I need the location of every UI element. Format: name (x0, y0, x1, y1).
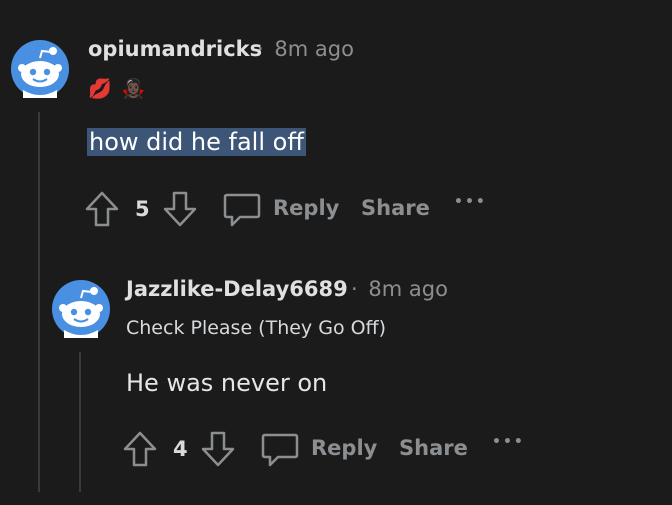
downvote-button[interactable] (200, 430, 236, 468)
reply-icon-button[interactable] (222, 191, 262, 229)
reply-icon-button[interactable] (260, 431, 300, 469)
comment-username[interactable]: opiumandricks (88, 37, 262, 61)
reply-button[interactable]: Reply (311, 436, 377, 460)
upvote-button[interactable] (122, 430, 158, 468)
comment-username[interactable]: Jazzlike-Delay6689 (126, 277, 348, 301)
meta-separator: · (351, 277, 358, 301)
meta-separator: · (257, 37, 264, 61)
speech-bubble-icon (261, 433, 299, 467)
more-options-button[interactable]: ••• (454, 194, 487, 210)
arrow-down-icon (163, 191, 197, 227)
arrow-up-icon (123, 431, 157, 467)
avatar[interactable] (52, 280, 110, 338)
reply-button[interactable]: Reply (273, 196, 339, 220)
comment-meta: · 8m ago (351, 277, 448, 301)
comment-body: how did he fall off (87, 128, 306, 156)
reddit-snoo-avatar-icon (11, 40, 69, 98)
share-button[interactable]: Share (361, 196, 430, 220)
speech-bubble-icon (223, 193, 261, 227)
arrow-up-icon (85, 191, 119, 227)
arrow-down-icon (201, 431, 235, 467)
reddit-snoo-avatar-icon (52, 280, 110, 338)
comment-timestamp[interactable]: 8m ago (368, 277, 448, 301)
share-button[interactable]: Share (399, 436, 468, 460)
flair-emoji-kiss: 💋 (88, 78, 112, 100)
thread-line-parent[interactable] (38, 112, 40, 492)
avatar[interactable] (11, 40, 69, 98)
user-flair-text: Check Please (They Go Off) (126, 317, 387, 339)
user-flair: 💋 🧛🏿‍♀️ (88, 77, 145, 100)
comment-meta: · 8m ago (257, 37, 354, 61)
selected-text: how did he fall off (87, 128, 306, 156)
comment-body: He was never on (126, 369, 328, 397)
vote-count: 4 (173, 437, 188, 461)
more-options-button[interactable]: ••• (492, 434, 525, 450)
flair-emoji-vampire: 🧛🏿‍♀️ (121, 78, 146, 100)
downvote-button[interactable] (162, 190, 198, 228)
comment-timestamp[interactable]: 8m ago (274, 37, 354, 61)
vote-count: 5 (135, 197, 150, 221)
upvote-button[interactable] (84, 190, 120, 228)
thread-line-child[interactable] (79, 352, 81, 492)
